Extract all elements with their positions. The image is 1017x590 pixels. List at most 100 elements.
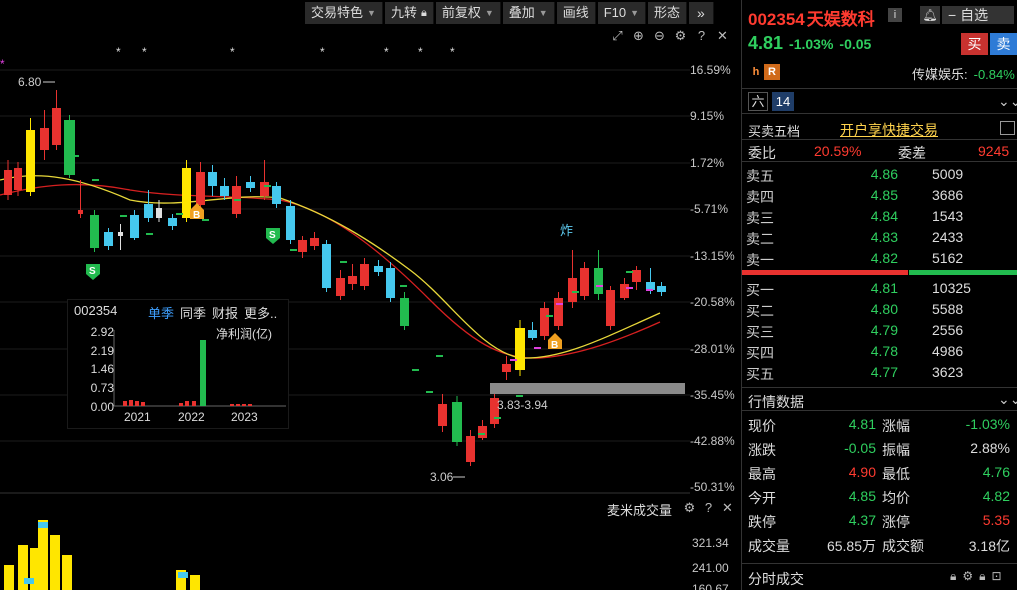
info-icon[interactable]: i <box>888 8 902 22</box>
double-chevron-down-icon[interactable]: ⌄⌄ <box>998 391 1017 408</box>
volume-marker <box>24 578 34 584</box>
volume-marker <box>38 522 48 528</box>
stock-name[interactable]: 天娱数科 <box>807 10 875 29</box>
ask-row[interactable]: 卖五 4.86 5009 <box>742 164 1017 185</box>
bid-ask-ratio-bar <box>742 270 1017 276</box>
double-chevron-down-icon[interactable]: ⌄⌄ <box>998 93 1017 110</box>
last-price: 4.81 <box>748 33 784 53</box>
svg-text:*: * <box>418 45 423 59</box>
candlestick <box>360 258 369 290</box>
bid-row[interactable]: 买三 4.79 2556 <box>742 320 1017 341</box>
candlestick <box>246 176 255 192</box>
candlestick <box>208 165 217 196</box>
lock-icon[interactable]: 🔒︎ <box>950 569 956 584</box>
adjust-button[interactable]: 前复权 ▼ <box>435 2 501 24</box>
price-axis-label: -20.58% <box>690 295 735 309</box>
settings-gear-icon[interactable]: ⚙ <box>682 500 697 515</box>
volume-bars-group <box>4 520 200 590</box>
liu-button[interactable]: 六 <box>748 92 768 111</box>
caret-down-icon: ▼ <box>484 8 494 18</box>
fund-year-label: 2021 <box>124 410 151 424</box>
help-icon[interactable]: ? <box>701 500 716 515</box>
nine-turn-button[interactable]: 九转 🔒︎ <box>384 2 434 24</box>
quote-label: 成交额 <box>882 538 924 554</box>
close-icon[interactable]: ✕ <box>720 500 735 515</box>
candlestick <box>90 210 99 252</box>
candlestick <box>438 394 447 432</box>
h-badge-icon[interactable]: h <box>748 64 764 80</box>
volume-axis-label: 241.00 <box>692 561 729 575</box>
bid-row[interactable]: 买一 4.81 10325 <box>742 278 1017 299</box>
quote-label: 现价 <box>748 418 776 434</box>
candlestick <box>336 270 345 300</box>
svg-text:S: S <box>89 266 96 277</box>
price-axis: 16.59% 9.15% 1.72% -5.71% -13.15% -20.58… <box>690 0 740 495</box>
ask-row[interactable]: 卖一 4.82 5162 <box>742 248 1017 269</box>
restore-icon[interactable]: ⤢ <box>610 28 625 43</box>
volume-indicator-title[interactable]: 麦米成交量 <box>607 500 672 519</box>
sector-change: -0.84% <box>973 67 1015 82</box>
settings-gear-icon[interactable]: ⚙ <box>962 569 973 584</box>
r-badge-icon[interactable]: R <box>764 64 780 80</box>
overlay-button[interactable]: 叠加 ▼ <box>502 2 555 24</box>
bid-row[interactable]: 买五 4.77 3623 <box>742 362 1017 383</box>
price-axis-label: -50.31% <box>690 480 735 494</box>
trade-feature-button[interactable]: 交易特色 ▼ <box>305 2 383 24</box>
candlestick <box>182 160 191 222</box>
candlestick <box>452 396 462 446</box>
watchlist-button[interactable]: − 自选 <box>942 6 1014 24</box>
svg-text:*: * <box>116 45 121 59</box>
expand-icon[interactable]: ⊡ <box>992 569 1002 584</box>
f10-button[interactable]: F10 ▼ <box>597 2 647 24</box>
quote-value: 4.37 <box>848 512 876 528</box>
high-price-label: 6.80 <box>18 75 42 89</box>
quote-value: 4.82 <box>982 488 1010 504</box>
draw-line-button[interactable]: 画线 <box>556 2 596 24</box>
open-account-link[interactable]: 开户享快捷交易 <box>840 120 938 140</box>
quote-row: 今开 4.85 均价 4.82 <box>742 485 1017 508</box>
ask-row[interactable]: 卖三 4.84 1543 <box>742 206 1017 227</box>
volume-bar <box>190 575 200 590</box>
volume-bar <box>50 535 60 590</box>
zoom-in-icon[interactable]: ⊕ <box>631 28 646 43</box>
kline-chart-area[interactable]: * * * * * * * * 6.80 3.06 3.83-3.94 炸 S S B <box>0 0 741 590</box>
bid-row[interactable]: 买四 4.78 4986 <box>742 341 1017 362</box>
candlestick <box>478 420 487 440</box>
candlestick <box>64 115 75 178</box>
tick-trades-title[interactable]: 分时成交 <box>748 569 804 589</box>
buy-button[interactable]: 买 <box>961 33 988 55</box>
candlestick <box>26 118 35 196</box>
kline-svg[interactable]: * * * * * * * * 6.80 3.06 3.83-3.94 炸 S S B <box>0 0 690 590</box>
sector-info[interactable]: 传媒娱乐: -0.84% <box>912 64 1015 83</box>
price-axis-label: 16.59% <box>690 63 731 77</box>
volume-axis-label: 321.34 <box>692 536 729 550</box>
pattern-button[interactable]: 形态 <box>648 2 688 24</box>
liu-14-button[interactable]: 14 <box>772 92 794 111</box>
quote-label: 跌停 <box>748 514 776 530</box>
candlestick <box>78 180 83 218</box>
star-markers: * * * * * * * <box>116 45 455 59</box>
quote-row: 成交量 65.85万 成交额 3.18亿 <box>742 533 1017 556</box>
sell-button[interactable]: 卖 <box>990 33 1017 55</box>
bell-icon[interactable]: 🔔︎ <box>920 6 940 24</box>
liu-row: 六 14 ⌄⌄ <box>742 88 1017 114</box>
candlestick <box>515 320 525 376</box>
quote-value: 4.76 <box>982 464 1010 480</box>
volume-marker <box>178 572 188 578</box>
tick-trades-header: 分时成交 🔒︎ ⚙ 🔒︎ ⊡ <box>742 563 1017 590</box>
quote-side-panel: 002354 天娱数科 i 🔔︎ − 自选 4.81 -1.03% -0.05 买 卖… <box>741 0 1017 590</box>
zoom-out-icon[interactable]: ⊖ <box>652 28 667 43</box>
candlestick <box>260 160 269 200</box>
ask-row[interactable]: 卖二 4.83 2433 <box>742 227 1017 248</box>
lock-icon[interactable]: 🔒︎ <box>979 569 985 584</box>
calculator-icon[interactable] <box>1000 121 1015 135</box>
candlestick <box>130 210 139 240</box>
settings-gear-icon[interactable]: ⚙ <box>673 28 688 43</box>
ask-row[interactable]: 卖四 4.85 3686 <box>742 185 1017 206</box>
quote-value: -1.03% <box>965 416 1010 432</box>
svg-text:*: * <box>384 45 389 59</box>
pink-marker: * <box>0 57 5 71</box>
candlestick <box>40 110 49 160</box>
bid-row[interactable]: 买二 4.80 5588 <box>742 299 1017 320</box>
candlestick <box>52 90 61 150</box>
